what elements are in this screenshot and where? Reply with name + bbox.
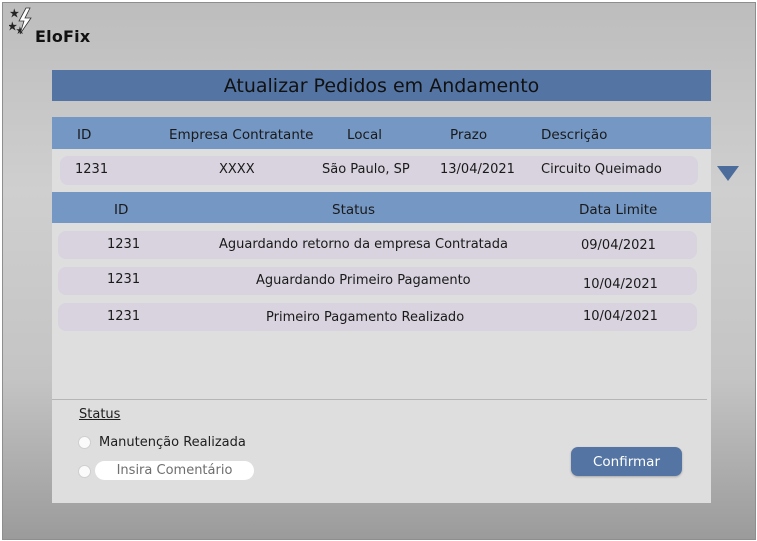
status-row-date: 09/04/2021 (581, 238, 656, 253)
app-window: EloFix Atualizar Pedidos em Andamento ID… (2, 2, 756, 540)
status-row-date: 10/04/2021 (583, 309, 658, 324)
triangle-down-icon[interactable] (717, 166, 739, 182)
orders-panel: ID Empresa Contratante Local Prazo Descr… (52, 117, 711, 503)
header-id: ID (77, 127, 92, 143)
status-header-data: Data Limite (579, 202, 658, 218)
order-table-header: ID Empresa Contratante Local Prazo Descr… (52, 117, 711, 149)
app-name: EloFix (35, 27, 91, 46)
comment-input[interactable] (95, 461, 254, 480)
status-row-id: 1231 (107, 309, 141, 324)
header-descricao: Descrição (541, 127, 608, 143)
order-id: 1231 (75, 162, 109, 177)
radio-manutencao-label[interactable]: Manutenção Realizada (99, 435, 246, 450)
order-prazo: 13/04/2021 (440, 162, 515, 177)
section-divider (52, 399, 707, 400)
status-row-id: 1231 (107, 237, 141, 252)
status-form-label: Status (79, 407, 121, 422)
order-empresa: XXXX (219, 162, 255, 177)
header-local: Local (347, 127, 382, 143)
header-prazo: Prazo (450, 127, 488, 143)
header-empresa: Empresa Contratante (169, 127, 314, 143)
status-row-status: Primeiro Pagamento Realizado (266, 310, 465, 325)
status-row-status: Aguardando Primeiro Pagamento (256, 273, 471, 288)
status-row-id: 1231 (107, 272, 141, 287)
app-logo: EloFix (9, 7, 91, 47)
order-local: São Paulo, SP (322, 162, 410, 177)
status-table-header: ID Status Data Limite (52, 192, 711, 223)
radio-comentario[interactable] (78, 465, 91, 478)
status-row[interactable]: 1231 Primeiro Pagamento Realizado 10/04/… (58, 303, 697, 331)
lightning-stars-icon (9, 7, 32, 35)
status-row-status: Aguardando retorno da empresa Contratada (219, 237, 508, 252)
radio-manutencao[interactable] (78, 436, 91, 449)
status-header-id: ID (114, 202, 129, 218)
page-title: Atualizar Pedidos em Andamento (52, 70, 711, 101)
order-row[interactable]: 1231 XXXX São Paulo, SP 13/04/2021 Circu… (60, 156, 698, 185)
status-header-status: Status (332, 202, 376, 218)
status-row-date: 10/04/2021 (583, 277, 658, 292)
confirm-button[interactable]: Confirmar (571, 447, 682, 476)
status-row[interactable]: 1231 Aguardando Primeiro Pagamento 10/04… (58, 267, 697, 295)
status-row[interactable]: 1231 Aguardando retorno da empresa Contr… (58, 231, 697, 259)
order-descricao: Circuito Queimado (541, 162, 662, 177)
